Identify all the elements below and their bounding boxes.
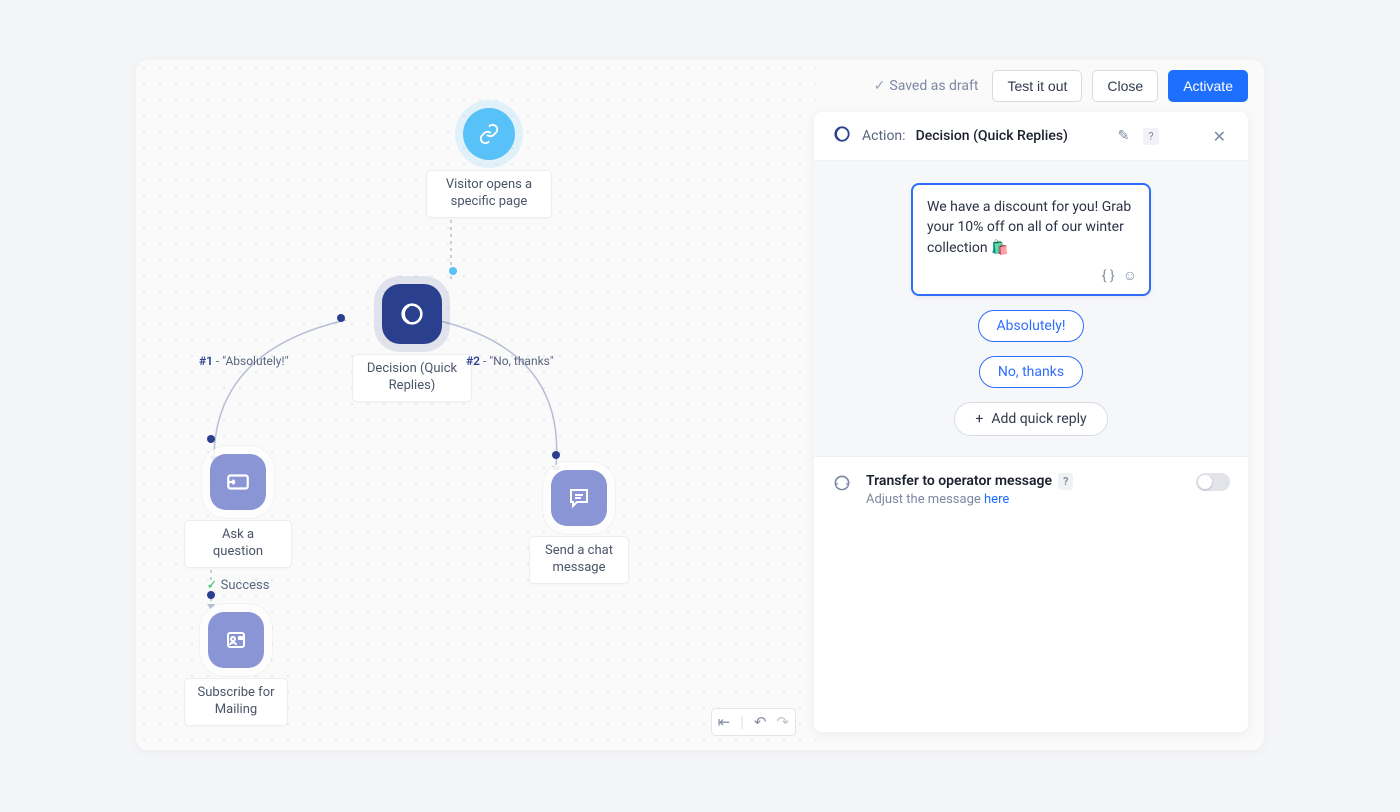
quick-reply-chip-2[interactable]: No, thanks: [979, 356, 1083, 388]
input-arrow-icon: [210, 454, 266, 510]
redo-icon[interactable]: ↷: [776, 713, 789, 731]
decision-icon: [832, 124, 852, 148]
subscribe-icon: [208, 612, 264, 668]
emoji-icon[interactable]: ☺: [1123, 266, 1137, 286]
chatbot-canvas[interactable]: Visitor opens aspecific page Decision (Q…: [136, 60, 816, 750]
link-icon: [463, 108, 515, 160]
variable-icon[interactable]: { }: [1102, 266, 1115, 286]
help-icon[interactable]: ?: [1143, 128, 1158, 145]
transfer-title: Transfer to operator message: [866, 473, 1052, 489]
branch-1-tag: #1 - "Absolutely!": [199, 354, 288, 368]
adjust-link[interactable]: here: [984, 492, 1009, 507]
node-send-label: Send a chatmessage: [529, 536, 629, 584]
operator-icon: [832, 473, 852, 497]
node-ask-question[interactable]: Ask a question ✓ Success: [184, 454, 292, 593]
close-button[interactable]: Close: [1092, 70, 1158, 102]
close-panel-icon[interactable]: ✕: [1209, 125, 1230, 148]
node-subscribe[interactable]: Subscribe forMailing: [184, 612, 288, 726]
success-badge: ✓ Success: [207, 578, 270, 593]
check-icon: ✓: [874, 78, 886, 94]
plus-icon: +: [975, 411, 983, 427]
chat-icon: [551, 470, 607, 526]
quick-reply-chip-1[interactable]: Absolutely!: [978, 310, 1085, 342]
branch-2-tag: #2 - "No, thanks": [466, 354, 554, 368]
panel-title: Decision (Quick Replies): [916, 128, 1068, 144]
node-subscribe-label: Subscribe forMailing: [184, 678, 288, 726]
saved-status: ✓ Saved as draft: [874, 78, 979, 94]
saved-label: Saved as draft: [889, 78, 978, 94]
connector-dot[interactable]: [207, 435, 215, 443]
node-decision-label: Decision (QuickReplies): [352, 354, 472, 402]
node-trigger[interactable]: Visitor opens aspecific page: [426, 108, 552, 218]
help-icon[interactable]: ?: [1058, 473, 1073, 490]
activate-button[interactable]: Activate: [1168, 70, 1248, 102]
connector-dot[interactable]: [337, 314, 345, 322]
transfer-subtext: Adjust the message here: [866, 492, 1182, 507]
node-ask-label: Ask a question: [184, 520, 292, 568]
connector-dot[interactable]: [552, 451, 560, 459]
panel-type-label: Action:: [862, 128, 906, 144]
transfer-toggle[interactable]: [1196, 473, 1230, 491]
connector-dot[interactable]: [449, 267, 457, 275]
history-toolbar: ⇤ | ↶ ↷: [711, 708, 796, 736]
node-trigger-label: Visitor opens aspecific page: [426, 170, 552, 218]
message-input[interactable]: We have a discount for you! Grab your 10…: [911, 183, 1151, 296]
add-quick-reply-button[interactable]: + Add quick reply: [954, 402, 1107, 436]
decision-icon: [382, 284, 442, 344]
undo-icon[interactable]: ↶: [754, 713, 767, 731]
message-text: We have a discount for you! Grab your 10…: [927, 199, 1131, 256]
node-send-chat[interactable]: Send a chatmessage: [529, 470, 629, 584]
edit-icon[interactable]: ✎: [1114, 126, 1134, 146]
node-decision[interactable]: Decision (QuickReplies): [352, 284, 472, 402]
reset-zoom-icon[interactable]: ⇤: [718, 713, 731, 731]
test-it-out-button[interactable]: Test it out: [992, 70, 1082, 102]
action-panel: Action: Decision (Quick Replies) ✎ ? ✕ W…: [814, 112, 1248, 732]
